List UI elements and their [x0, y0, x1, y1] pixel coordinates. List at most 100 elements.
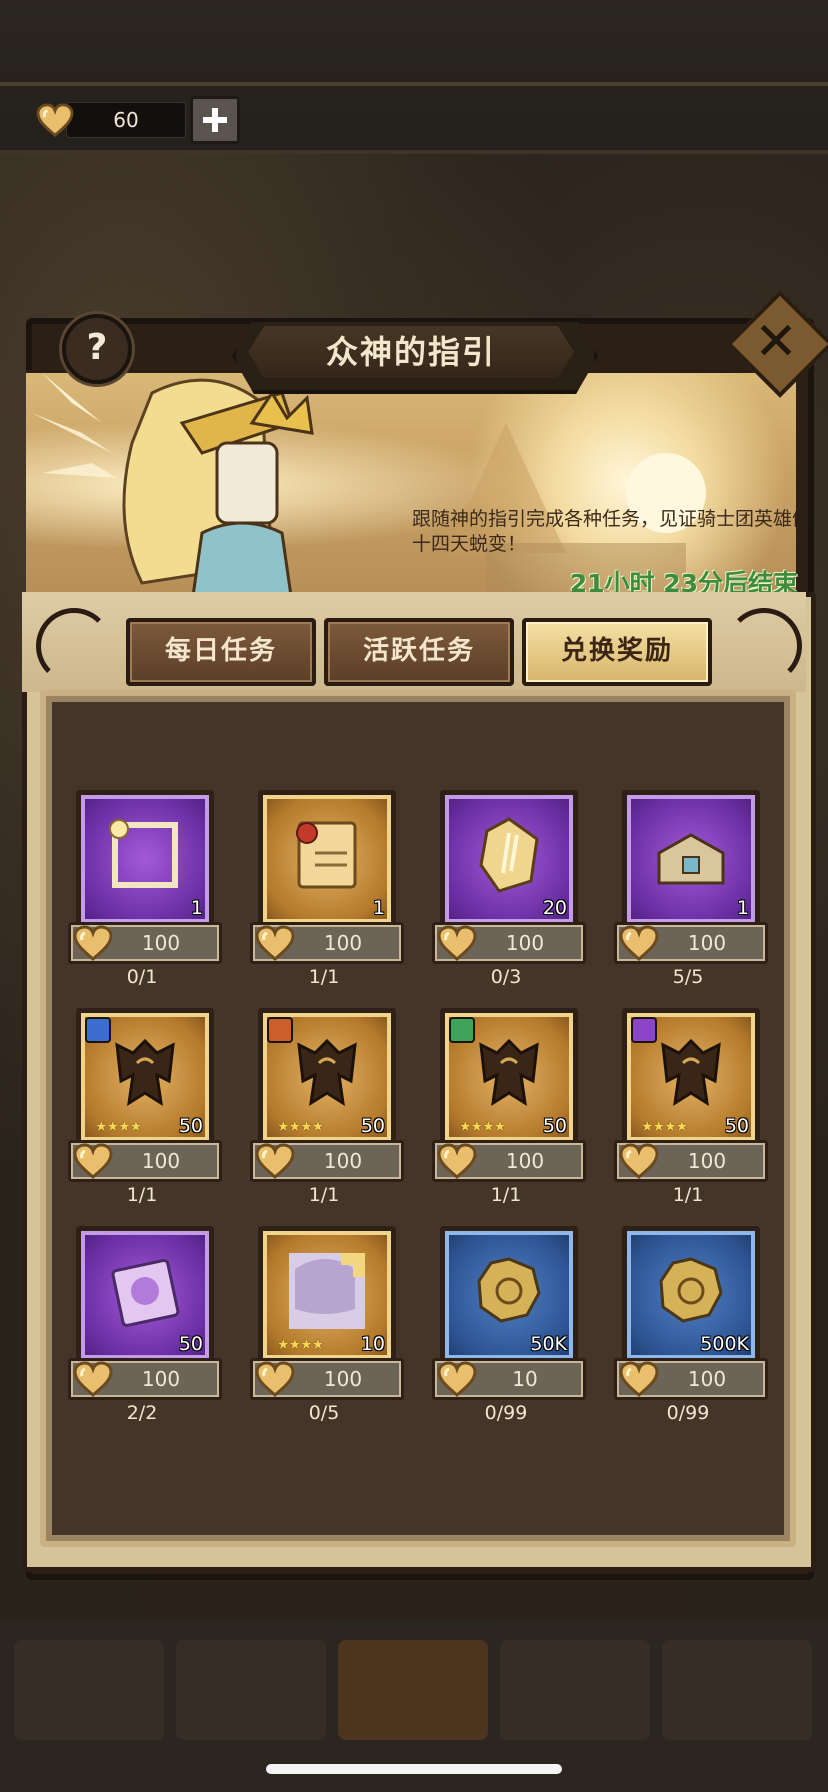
reward-item[interactable]: 1 100 1/1	[250, 790, 410, 1000]
nav-item[interactable]	[14, 1640, 164, 1740]
price-value: 100	[505, 1149, 545, 1173]
nav-item[interactable]	[176, 1640, 326, 1740]
heart-currency-icon	[73, 925, 113, 961]
price-button[interactable]: 100	[250, 1358, 404, 1400]
price-value: 100	[323, 1367, 363, 1391]
star-rating: ★★★★	[277, 1119, 324, 1135]
reward-item[interactable]: ★★★★ 50 100 1/1	[250, 1008, 410, 1218]
reward-item[interactable]: 20 100 0/3	[432, 790, 592, 1000]
exchange-progress: 1/1	[308, 966, 340, 988]
item-count: 50	[178, 1115, 203, 1137]
item-count: 1	[736, 897, 749, 919]
reward-card[interactable]: ★★★★ 50	[622, 1008, 760, 1146]
help-button[interactable]: ?	[62, 314, 132, 384]
heart-currency-icon	[619, 1361, 659, 1397]
page-title: 众神的指引	[248, 326, 574, 378]
price-button[interactable]: 100	[432, 1140, 586, 1182]
item-count: 50	[724, 1115, 749, 1137]
item-count: 1	[190, 897, 203, 919]
reward-item[interactable]: 50K 10 0/99	[432, 1226, 592, 1436]
nav-item[interactable]	[662, 1640, 812, 1740]
hero-shard-icon	[103, 1031, 187, 1115]
price-button[interactable]: 100	[68, 1358, 222, 1400]
hero-shard-icon	[467, 1031, 551, 1115]
reward-card[interactable]: 1	[258, 790, 396, 928]
reward-card[interactable]: 500K	[622, 1226, 760, 1364]
heart-currency-icon	[255, 925, 295, 961]
reward-item[interactable]: 1 100 5/5	[614, 790, 774, 1000]
reward-card[interactable]: 50	[76, 1226, 214, 1364]
corner-ornament-left	[36, 608, 112, 684]
element-badge-icon	[267, 1017, 293, 1043]
price-value: 100	[141, 931, 181, 955]
item-count: 20	[542, 897, 567, 919]
price-button[interactable]: 100	[614, 922, 768, 964]
star-rating: ★★★★	[95, 1119, 142, 1135]
reward-item[interactable]: ★★★★ 50 100 1/1	[68, 1008, 228, 1218]
reward-item[interactable]: ★★★★ 50 100 1/1	[614, 1008, 774, 1218]
reward-card[interactable]: 1	[622, 790, 760, 928]
price-value: 100	[323, 1149, 363, 1173]
item-count: 10	[360, 1333, 385, 1355]
heart-currency-icon	[255, 1143, 295, 1179]
currency-amount: 60	[66, 102, 186, 138]
crystal-icon	[467, 813, 551, 897]
price-value: 100	[141, 1367, 181, 1391]
star-rating: ★★★★	[459, 1119, 506, 1135]
reward-item[interactable]: ★★★★ 50 100 1/1	[432, 1008, 592, 1218]
price-value: 100	[323, 931, 363, 955]
add-currency-button[interactable]	[190, 96, 240, 144]
portrait-shard-icon	[285, 1249, 369, 1333]
price-button[interactable]: 100	[614, 1140, 768, 1182]
price-button[interactable]: 10	[432, 1358, 586, 1400]
price-button[interactable]: 100	[250, 1140, 404, 1182]
item-count: 50K	[530, 1333, 567, 1355]
reward-card[interactable]: ★★★★ 10	[258, 1226, 396, 1364]
top-bar-divider	[0, 82, 828, 86]
reward-item[interactable]: 500K 100 0/99	[614, 1226, 774, 1436]
goddess-hero-illustration	[32, 373, 314, 599]
reward-item[interactable]: ★★★★ 10 100 0/5	[250, 1226, 410, 1436]
price-button[interactable]: 100	[68, 1140, 222, 1182]
exchange-progress: 1/1	[672, 1184, 704, 1206]
reward-card[interactable]: ★★★★ 50	[258, 1008, 396, 1146]
price-button[interactable]: 100	[614, 1358, 768, 1400]
nav-item[interactable]	[500, 1640, 650, 1740]
tab-exchange-rewards[interactable]: 兑换奖励	[522, 618, 712, 686]
reward-card[interactable]: 1	[76, 790, 214, 928]
exchange-progress: 0/1	[126, 966, 158, 988]
scroll-icon	[285, 813, 369, 897]
heart-currency-icon	[73, 1143, 113, 1179]
heart-currency-icon	[619, 1143, 659, 1179]
price-value: 100	[687, 1367, 727, 1391]
item-count: 50	[360, 1115, 385, 1137]
reward-item[interactable]: 50 100 2/2	[68, 1226, 228, 1436]
reward-card[interactable]: 50K	[440, 1226, 578, 1364]
reward-card[interactable]: ★★★★ 50	[76, 1008, 214, 1146]
price-value: 10	[512, 1367, 538, 1391]
price-button[interactable]: 100	[432, 922, 586, 964]
reward-item[interactable]: 1 100 0/1	[68, 790, 228, 1000]
heart-currency-icon	[619, 925, 659, 961]
price-button[interactable]: 100	[250, 922, 404, 964]
tab-active-tasks[interactable]: 活跃任务	[324, 618, 514, 686]
element-badge-icon	[85, 1017, 111, 1043]
home-indicator[interactable]	[266, 1764, 562, 1774]
star-rating: ★★★★	[277, 1337, 324, 1353]
nav-item[interactable]	[338, 1640, 488, 1740]
reward-card[interactable]: ★★★★ 50	[440, 1008, 578, 1146]
exchange-progress: 5/5	[672, 966, 704, 988]
hero-shard-icon	[285, 1031, 369, 1115]
star-rating: ★★★★	[641, 1119, 688, 1135]
element-badge-icon	[449, 1017, 475, 1043]
heart-currency-icon	[437, 1143, 477, 1179]
corner-ornament-right	[726, 608, 802, 684]
price-button[interactable]: 100	[68, 922, 222, 964]
reward-card[interactable]: 20	[440, 790, 578, 928]
price-value: 100	[687, 931, 727, 955]
frame-icon	[103, 813, 187, 897]
chest-icon	[649, 813, 733, 897]
tab-daily-tasks[interactable]: 每日任务	[126, 618, 316, 686]
exchange-progress: 0/99	[666, 1402, 710, 1424]
price-value: 100	[505, 931, 545, 955]
